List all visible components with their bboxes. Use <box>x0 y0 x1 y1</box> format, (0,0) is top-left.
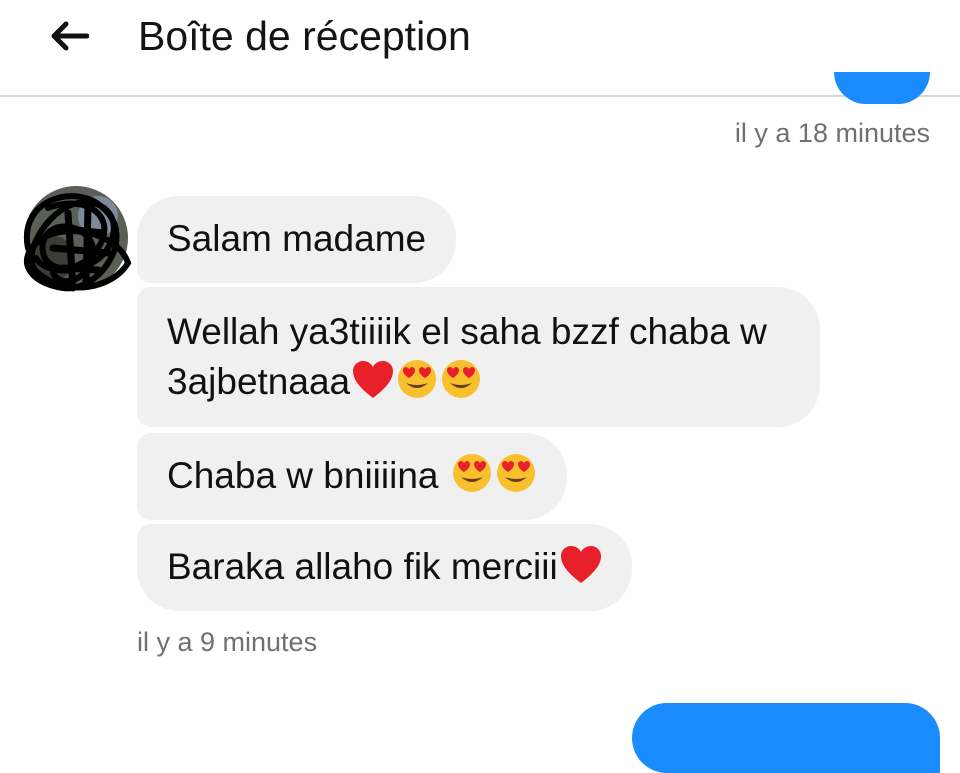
received-message-bubble[interactable]: Baraka allaho fik merciii <box>137 524 632 611</box>
red-heart-icon <box>560 545 602 585</box>
heart-eyes-icon <box>451 452 493 494</box>
message-text: Salam madame <box>167 218 427 259</box>
received-message-bubble[interactable]: Salam madame <box>137 196 457 283</box>
heart-eyes-icon <box>495 452 537 494</box>
heart-eyes-icon <box>396 358 438 400</box>
red-heart-icon <box>352 360 394 400</box>
heart-eyes-icon <box>440 358 482 400</box>
arrow-left-icon <box>51 21 89 51</box>
header-bar: Boîte de réception <box>0 0 960 97</box>
message-text: Baraka allaho fik merciii <box>167 546 558 587</box>
timestamp-bottom: il y a 9 minutes <box>137 627 318 657</box>
sent-message-bubble-partial[interactable] <box>834 72 930 104</box>
sent-message-bubble-partial[interactable] <box>632 703 940 773</box>
back-button[interactable] <box>44 16 94 56</box>
message-text: Chaba w bniiiina <box>167 455 449 496</box>
avatar-image <box>23 186 132 292</box>
page-title: Boîte de réception <box>138 13 471 59</box>
avatar[interactable] <box>8 178 138 308</box>
received-message-bubble[interactable]: Wellah ya3tiiiik el saha bzzf chaba w 3a… <box>137 287 820 427</box>
timestamp-top: il y a 18 minutes <box>734 118 930 148</box>
received-message-bubble[interactable]: Chaba w bniiiina <box>137 433 567 520</box>
